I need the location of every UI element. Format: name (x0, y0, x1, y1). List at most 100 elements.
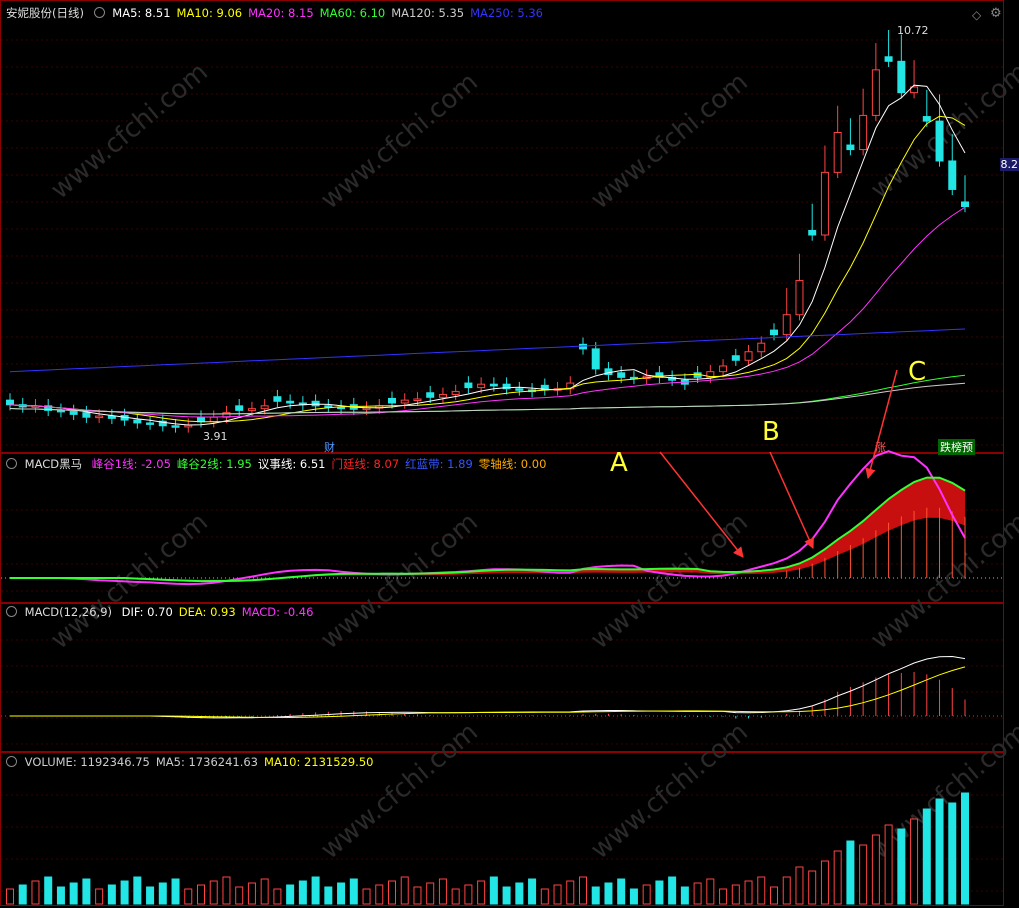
candle-body (871, 69, 880, 116)
candle-body (133, 419, 142, 424)
volume-bar (642, 884, 651, 905)
legend-item-ma5: MA5: 1736241.63 (155, 755, 259, 769)
volume-bar (859, 844, 868, 905)
candle-body (235, 405, 244, 411)
volume-bar (56, 886, 65, 905)
watermark-text: www.cfchi.com (585, 717, 754, 865)
candle-body (56, 409, 65, 413)
kline-title: 安妮股份(日线) (6, 6, 84, 20)
volume-bar (375, 884, 384, 905)
volume-bar (629, 888, 638, 905)
volume-bar (44, 876, 53, 905)
candle-body (82, 412, 91, 418)
candle-body (922, 116, 931, 122)
macd-toggle-icon[interactable] (6, 606, 17, 617)
volume-bar (922, 808, 931, 905)
candle-body (731, 355, 740, 361)
legend-item-: 红蓝带: 1.89 (405, 457, 473, 471)
candle-body (400, 399, 409, 404)
volume-bar (935, 798, 944, 905)
candle-body (107, 415, 116, 419)
volume-bar (235, 886, 244, 905)
kline-toggle-icon[interactable] (93, 7, 105, 18)
volume-bar (388, 880, 396, 905)
watermark-text: www.cfchi.com (315, 507, 484, 655)
candle-body (489, 383, 498, 387)
candle-body (859, 114, 868, 151)
volume-bar (540, 888, 549, 905)
volume-bar (222, 876, 231, 905)
volume-bar (18, 884, 27, 905)
macd-heima-legend-items: 峰谷1线: -2.05 峰谷2线: 1.95 议事线: 6.51 门廷线: 8.07 红… (92, 457, 553, 471)
ma60-line (9, 374, 966, 415)
legend-item-macd: MACD: -0.46 (241, 605, 314, 619)
candle-body (247, 408, 256, 411)
candle-body (744, 351, 753, 361)
volume-bar (286, 884, 295, 905)
volume-bar (362, 888, 371, 905)
volume-bar (591, 886, 600, 905)
candle-body (426, 392, 435, 398)
volume-bar (782, 876, 791, 905)
volume-bar (566, 880, 575, 905)
volume-bar (209, 880, 218, 905)
panel-frame (0, 603, 1004, 752)
panel-frame (0, 0, 1004, 453)
ma5-line (9, 84, 966, 426)
volume-bar (31, 880, 40, 905)
candle-body (451, 391, 460, 395)
candle-body (6, 399, 14, 406)
candle-body (884, 56, 893, 62)
volume-bar (910, 818, 919, 905)
kline-legend: 安妮股份(日线) MA5: 8.51 MA10: 9.06 MA20: 8.15 MA… (6, 5, 555, 21)
candle-body (477, 383, 486, 389)
volume-bar (82, 878, 91, 905)
candle-body (260, 405, 269, 410)
volume-bar (413, 886, 422, 905)
candle-body (961, 201, 969, 208)
volume-toggle-icon[interactable] (6, 756, 17, 767)
ma250-line (9, 328, 966, 373)
volume-bar (655, 880, 664, 905)
watermark-text: www.cfchi.com (585, 67, 754, 215)
macd-heima-toggle-icon[interactable] (6, 458, 17, 469)
volume-bar (719, 888, 728, 905)
candle-body (388, 397, 396, 404)
volume-bar (197, 884, 205, 905)
volume-bar (260, 878, 269, 905)
volume-bar (273, 888, 282, 905)
gear-icon[interactable]: ⚙ (990, 6, 1002, 21)
volume-bar (897, 828, 906, 905)
candle-body (782, 314, 791, 336)
candle-body (770, 329, 778, 336)
diamond-icon[interactable]: ◇ (972, 8, 981, 22)
candle-body (591, 348, 600, 370)
candle-body (846, 144, 855, 151)
current-price-label: 8.2 (999, 158, 1019, 171)
volume-bar (107, 884, 116, 905)
macd-heima-title: MACD黑马 (24, 457, 83, 471)
volume-bar (668, 876, 677, 905)
legend-item-ma5: MA5: 8.51 (112, 6, 171, 20)
volume-series (6, 792, 969, 905)
legend-item-ma20: MA20: 8.15 (248, 6, 314, 20)
candle-body (413, 398, 422, 401)
volume-bar (604, 882, 613, 905)
volume-bar (171, 878, 180, 905)
candle-body (146, 422, 155, 425)
candlestick-series (6, 30, 969, 433)
candle-body (617, 372, 626, 378)
volume-bar (948, 802, 957, 905)
watermark-text: www.cfchi.com (585, 507, 754, 655)
volume-bar (349, 878, 358, 905)
volume-bar (820, 860, 829, 905)
tag-zhang: 涨 (875, 441, 886, 454)
volume-bar (884, 824, 893, 905)
volume-legend-items: VOLUME: 1192346.75 MA5: 1736241.63 MA10: 2… (25, 755, 380, 769)
volume-bar (833, 850, 842, 905)
volume-bar (6, 888, 14, 905)
volume-bar (298, 880, 307, 905)
low-price-label: 3.91 (203, 430, 228, 443)
candle-body (362, 407, 371, 411)
legend-item-ma60: MA60: 6.10 (319, 6, 386, 20)
